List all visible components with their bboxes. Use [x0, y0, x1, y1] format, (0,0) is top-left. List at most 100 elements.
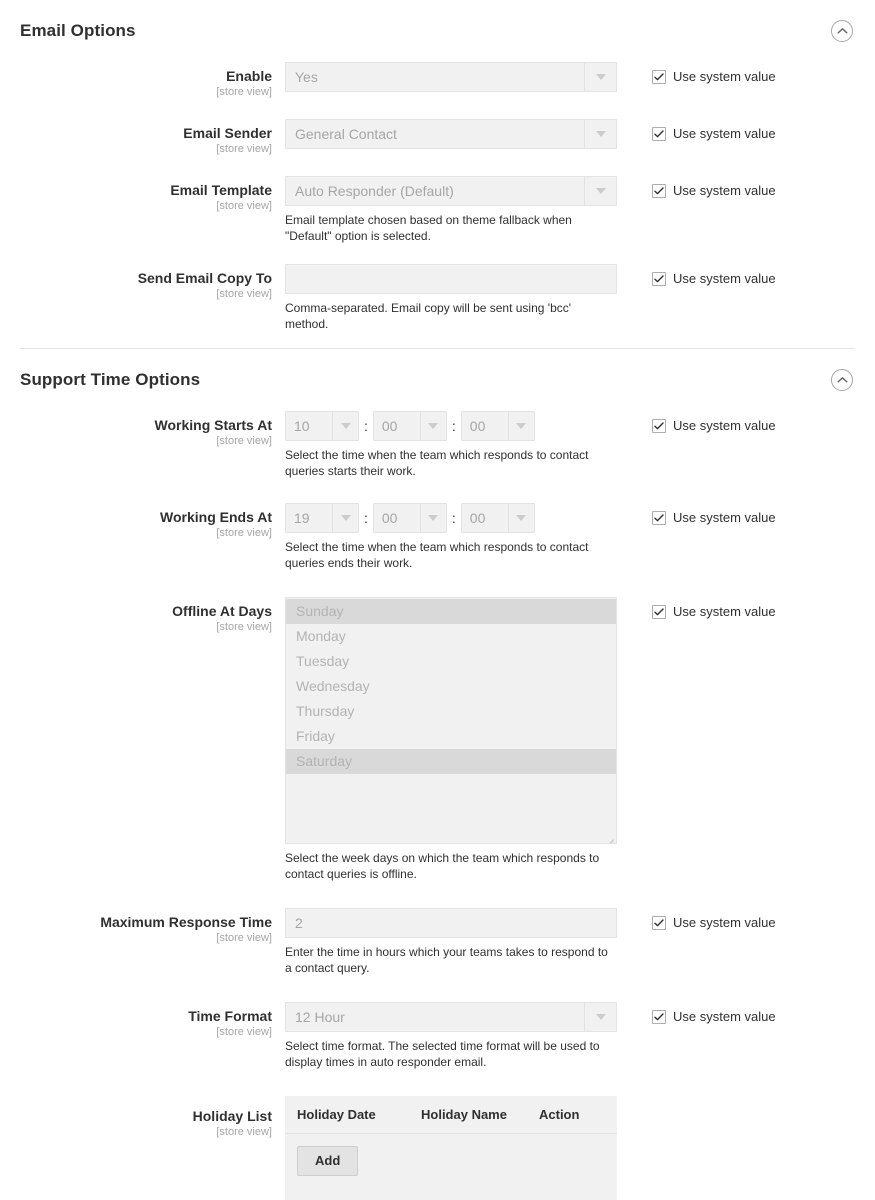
- time-separator: :: [451, 418, 456, 434]
- working-ends-second-select[interactable]: 00: [460, 503, 535, 533]
- chevron-up-circle-icon[interactable]: [831, 369, 853, 391]
- use-system-value-maximum-response-time[interactable]: Use system value: [652, 915, 855, 931]
- system-value-group: [617, 1096, 855, 1103]
- checkbox-icon[interactable]: [652, 1010, 666, 1024]
- list-item[interactable]: Saturday: [286, 749, 616, 774]
- checkbox-icon[interactable]: [652, 184, 666, 198]
- field-label-group: Maximum Response Time [store view]: [20, 908, 285, 945]
- field-label-group: Holiday List [store view]: [20, 1096, 285, 1139]
- working-starts-minute-select[interactable]: 00: [372, 411, 447, 441]
- maximum-response-time-input[interactable]: 2: [285, 908, 617, 938]
- scope-note: [store view]: [216, 1126, 272, 1138]
- field-control: 12 Hour Select time format. The selected…: [285, 1002, 617, 1070]
- working-ends-minute-value: 00: [381, 510, 398, 526]
- use-system-value-offline-at-days[interactable]: Use system value: [652, 604, 855, 620]
- time-separator: :: [364, 418, 368, 434]
- use-system-value-working-ends-at[interactable]: Use system value: [652, 510, 855, 526]
- field-control: Auto Responder (Default) Email template …: [285, 176, 617, 244]
- column-header-action: Action: [527, 1096, 617, 1134]
- column-header-holiday-name: Holiday Name: [409, 1096, 527, 1134]
- section-header-email-options[interactable]: Email Options: [0, 0, 875, 62]
- use-system-value-label: Use system value: [673, 510, 776, 525]
- use-system-value-label: Use system value: [673, 604, 776, 619]
- checkbox-icon[interactable]: [652, 511, 666, 525]
- scope-note: [store view]: [216, 932, 272, 944]
- scope-note: [store view]: [216, 86, 272, 98]
- checkbox-icon[interactable]: [652, 70, 666, 84]
- config-page: Email Options Enable [store view] Yes Us…: [0, 0, 875, 1200]
- field-working-starts-at: Working Starts At [store view] 10 : 00 :…: [0, 411, 875, 479]
- section-header-support-time-options[interactable]: Support Time Options: [0, 349, 875, 411]
- working-ends-minute-select[interactable]: 00: [372, 503, 447, 533]
- field-label: Working Ends At: [160, 509, 272, 525]
- checkbox-icon[interactable]: [652, 916, 666, 930]
- field-label: Offline At Days: [172, 603, 272, 619]
- email-template-select[interactable]: Auto Responder (Default): [285, 176, 617, 206]
- field-label-group: Send Email Copy To [store view]: [20, 264, 285, 301]
- time-separator: :: [451, 510, 456, 526]
- checkbox-icon[interactable]: [652, 272, 666, 286]
- scope-note: [store view]: [216, 1026, 272, 1038]
- use-system-value-email-sender[interactable]: Use system value: [652, 126, 855, 142]
- field-hint: Select the time when the team which resp…: [285, 540, 589, 570]
- field-label-group: Email Sender [store view]: [20, 119, 285, 156]
- list-item[interactable]: Tuesday: [286, 649, 616, 674]
- email-template-select-value: Auto Responder (Default): [295, 183, 454, 199]
- working-starts-hour-select[interactable]: 10: [285, 411, 359, 441]
- chevron-up-circle-icon[interactable]: [831, 20, 853, 42]
- working-starts-second-select[interactable]: 00: [460, 411, 535, 441]
- chevron-down-icon: [332, 504, 358, 532]
- system-value-group: Use system value: [617, 264, 855, 287]
- offline-at-days-listbox[interactable]: Sunday Monday Tuesday Wednesday Thursday…: [285, 597, 617, 844]
- list-item[interactable]: Wednesday: [286, 674, 616, 699]
- system-value-group: Use system value: [617, 503, 855, 526]
- list-item[interactable]: Monday: [286, 624, 616, 649]
- send-email-copy-to-input[interactable]: [285, 264, 617, 294]
- list-item[interactable]: Thursday: [286, 699, 616, 724]
- field-hint: Select time format. The selected time fo…: [285, 1039, 600, 1069]
- field-send-email-copy-to: Send Email Copy To [store view] Comma-se…: [0, 264, 875, 332]
- working-ends-at-time-row: 19 : 00 : 00: [285, 503, 617, 533]
- use-system-value-send-email-copy-to[interactable]: Use system value: [652, 271, 855, 287]
- scope-note: [store view]: [216, 143, 272, 155]
- field-control: General Contact: [285, 119, 617, 149]
- scope-note: [store view]: [216, 527, 272, 539]
- table-body: Add: [285, 1134, 617, 1189]
- time-format-select[interactable]: 12 Hour: [285, 1002, 617, 1032]
- add-button[interactable]: Add: [297, 1146, 359, 1176]
- field-email-template: Email Template [store view] Auto Respond…: [0, 176, 875, 244]
- empty-cell: [527, 1134, 617, 1189]
- list-item[interactable]: Sunday: [286, 599, 616, 624]
- field-label: Working Starts At: [154, 417, 272, 433]
- checkbox-icon[interactable]: [652, 605, 666, 619]
- table-header-row: Holiday Date Holiday Name Action: [285, 1096, 617, 1134]
- field-label-group: Offline At Days [store view]: [20, 597, 285, 634]
- field-maximum-response-time: Maximum Response Time [store view] 2 Ent…: [0, 908, 875, 976]
- field-working-ends-at: Working Ends At [store view] 19 : 00 : 0…: [0, 503, 875, 571]
- list-item[interactable]: Friday: [286, 724, 616, 749]
- chevron-down-icon: [507, 504, 534, 532]
- use-system-value-time-format[interactable]: Use system value: [652, 1009, 855, 1025]
- empty-cell: [409, 1134, 527, 1189]
- time-separator: :: [364, 510, 368, 526]
- enable-select[interactable]: Yes: [285, 62, 617, 92]
- resize-handle[interactable]: [604, 831, 614, 843]
- scope-note: [store view]: [216, 288, 272, 300]
- chevron-down-icon: [584, 120, 616, 148]
- field-label: Email Template: [170, 182, 272, 198]
- working-ends-hour-select[interactable]: 19: [285, 503, 359, 533]
- use-system-value-email-template[interactable]: Use system value: [652, 183, 855, 199]
- use-system-value-working-starts-at[interactable]: Use system value: [652, 418, 855, 434]
- working-starts-second-value: 00: [469, 418, 486, 434]
- email-sender-select[interactable]: General Contact: [285, 119, 617, 149]
- field-control: Yes: [285, 62, 617, 92]
- checkbox-icon[interactable]: [652, 419, 666, 433]
- use-system-value-enable[interactable]: Use system value: [652, 69, 855, 85]
- maximum-response-time-value: 2: [295, 915, 303, 931]
- checkbox-icon[interactable]: [652, 127, 666, 141]
- field-email-sender: Email Sender [store view] General Contac…: [0, 119, 875, 156]
- use-system-value-label: Use system value: [673, 1009, 776, 1024]
- section-title: Support Time Options: [20, 370, 201, 389]
- field-control: 10 : 00 : 00 Select the time when the te…: [285, 411, 617, 479]
- column-header-holiday-date: Holiday Date: [285, 1096, 409, 1134]
